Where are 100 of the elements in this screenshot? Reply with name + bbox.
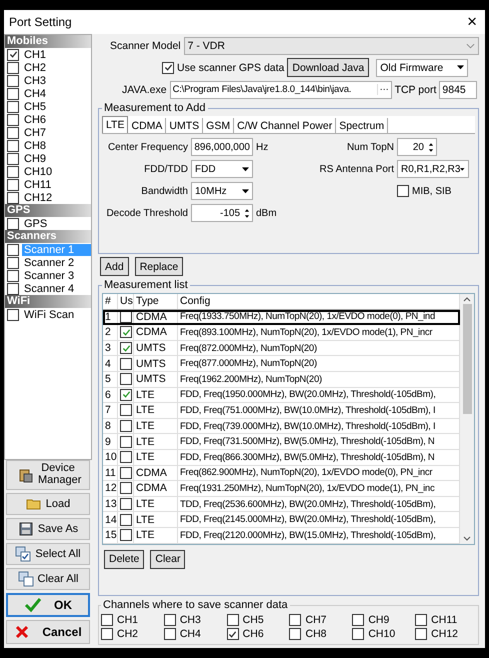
checkbox[interactable] [120,436,132,448]
checkbox[interactable] [7,166,19,178]
dropdown[interactable]: FDD [191,160,253,178]
checkbox[interactable] [120,466,132,479]
sidebar-item[interactable]: Scanner 2 [22,256,76,268]
checkbox[interactable] [120,404,132,416]
table-row[interactable]: 4 UMTS Freq(877.000MHz), NumTopN(20) [103,356,460,372]
table-row[interactable]: 12 CDMA Freq(1931.250MHz), NumTopN(20), 1x/EVDO mode(1), PN_inc [103,481,460,497]
sidebar-item[interactable]: CH4 [22,88,48,100]
dropdown[interactable]: R0,R1,R2,R3 [397,160,469,178]
sidebar-item[interactable]: CH3 [22,74,48,86]
action-button[interactable]: Clear All [6,568,90,590]
checkbox[interactable] [164,614,176,626]
dropdown[interactable]: 10MHz [191,182,253,200]
checkbox[interactable] [120,514,132,526]
firmware-dropdown[interactable]: Old Firmware [376,58,468,76]
checkbox[interactable] [7,178,19,190]
column-header[interactable]: Type [134,294,178,309]
checkbox[interactable] [7,62,19,74]
sidebar-item[interactable]: Scanner 4 [22,282,76,294]
checkbox[interactable] [7,100,19,112]
checkbox[interactable] [226,628,239,640]
table-row[interactable]: 2 CDMA Freq(893.100MHz), NumTopN(20), 1x/EVDO mode(1), PN_incr [103,325,460,341]
tcp-port-field[interactable]: 9845 [439,80,478,98]
column-header[interactable]: # [103,294,118,309]
table-row[interactable]: 8 LTE FDD, Freq(739.000MHz), BW(10.0MHz), Threshold(-105dBm), I [103,418,460,434]
checkbox[interactable] [226,614,239,626]
sidebar-item[interactable]: GPS [22,218,50,230]
checkbox[interactable] [120,373,132,386]
checkbox[interactable] [7,48,19,60]
checkbox[interactable] [101,628,113,640]
sidebar-item[interactable]: CH5 [22,100,48,112]
checkbox[interactable] [7,218,19,230]
spinner-arrows-icon[interactable] [244,208,250,218]
spinner-field[interactable]: 20 [397,138,437,156]
checkbox[interactable] [7,152,19,164]
checkbox[interactable] [120,529,132,542]
checkbox[interactable] [7,88,19,100]
table-row[interactable]: 9 LTE FDD, Freq(731.500MHz), BW(5.0MHz), Threshold(-105dBm), N [103,434,460,450]
sidebar-item[interactable]: CH10 [22,166,54,178]
scrollbar[interactable] [460,294,474,544]
spinner-field[interactable]: -105 [191,204,253,222]
checkbox[interactable] [7,74,19,86]
checkbox[interactable] [415,628,428,640]
checkbox[interactable] [7,192,19,204]
table-row[interactable]: 3 UMTS Freq(872.000MHz), NumTopN(20) [103,340,460,356]
checkbox[interactable] [352,614,364,626]
table-row[interactable]: 7 LTE FDD, Freq(751.000MHz), BW(10.0MHz), Threshold(-105dBm), I [103,403,460,419]
sidebar-item[interactable]: CH1 [22,48,48,60]
checkbox[interactable] [101,614,113,626]
close-button[interactable]: × [459,12,485,32]
sidebar-item[interactable]: CH2 [22,62,48,74]
checkbox[interactable] [120,420,132,432]
checkbox[interactable] [120,388,132,401]
scroll-down-icon[interactable] [463,536,471,540]
sidebar-item[interactable]: Scanner 3 [22,270,76,282]
checkbox[interactable] [120,326,132,338]
action-button[interactable]: Add [100,257,129,276]
sidebar-item[interactable]: CH8 [22,140,48,152]
table-row[interactable]: 6 LTE FDD, Freq(1950.000MHz), BW(20.0MHz), Threshold(-105dBm), [103,388,460,404]
checkbox[interactable] [120,482,132,494]
chevron-down-icon[interactable] [466,42,475,48]
checkbox[interactable] [7,256,19,268]
checkbox[interactable] [289,614,302,626]
table-row[interactable]: 11 CDMA Freq(862.900MHz), NumTopN(20), 1x/EVDO mode(0), PN_incr [103,466,460,482]
checkbox[interactable] [120,310,132,323]
action-button[interactable]: OK [6,593,90,617]
scanner-model-dropdown[interactable]: 7 - VDR [184,36,479,54]
column-header[interactable]: Us [118,294,134,309]
action-button[interactable]: Select All [6,543,90,565]
checkbox[interactable] [7,140,19,152]
checkbox[interactable] [7,126,19,138]
action-button[interactable]: Replace [134,257,184,276]
java-path-field[interactable]: C:\Program Files\Java\jre1.8.0_144\bin\java. ··· [170,80,392,98]
checkbox[interactable] [120,498,132,510]
table-row[interactable]: 14 LTE FDD, Freq(2145.000MHz), BW(20.0MHz), Threshold(-105dBm), [103,512,460,528]
download-java-button[interactable]: Download Java [287,58,370,77]
sidebar-item[interactable]: WiFi Scan [22,308,76,320]
checkbox[interactable] [7,308,19,320]
checkbox[interactable] [120,358,132,370]
table-row[interactable]: 1 CDMA Freq(1933.750MHz), NumTopN(20), 1x/EVDO mode(0), PN_ind [103,310,460,326]
action-button[interactable]: Delete [104,550,144,568]
checkbox[interactable] [7,282,19,294]
checkbox[interactable] [7,114,19,126]
action-button[interactable]: Save As [6,518,90,540]
checkbox[interactable] [415,614,428,626]
spinner-arrows-icon[interactable] [428,142,434,152]
table-row[interactable]: 5 UMTS Freq(1962.200MHz), NumTopN(20) [103,372,460,388]
tab[interactable]: LTE [102,116,128,133]
sidebar-item[interactable]: CH7 [22,126,48,138]
checkbox[interactable] [289,628,302,640]
checkbox[interactable] [397,185,409,197]
checkbox[interactable] [120,342,132,354]
number-field[interactable]: 896,000,000 [191,138,253,156]
sidebar-item[interactable]: CH9 [22,152,48,164]
checkbox[interactable] [120,451,132,464]
action-button[interactable]: Cancel [6,620,90,644]
checkbox[interactable] [164,628,176,640]
table-row[interactable]: 10 LTE FDD, Freq(866.300MHz), BW(5.0MHz), Threshold(-105dBm), N [103,450,460,466]
sidebar-item[interactable]: CH11 [22,178,54,190]
